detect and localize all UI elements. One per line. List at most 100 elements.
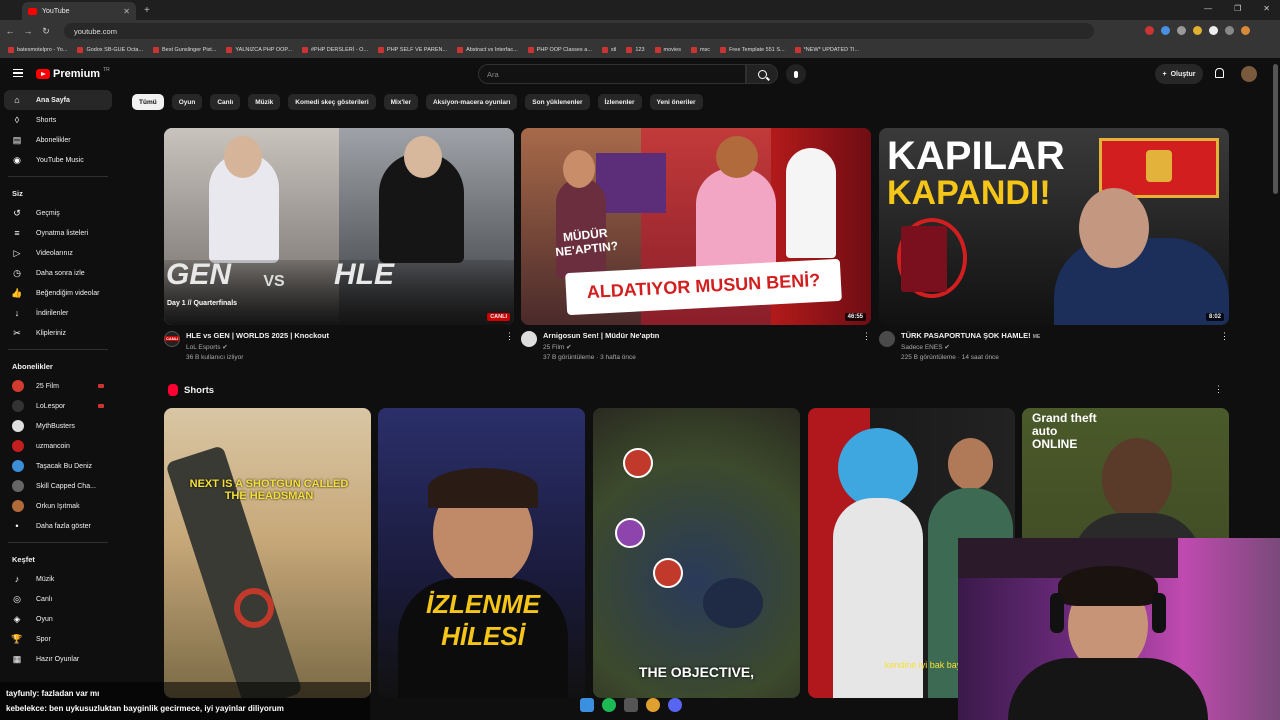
more-options-icon[interactable]: ⋮ (862, 331, 871, 342)
sidebar-section-header[interactable]: Keşfet (0, 549, 116, 569)
bookmark-item[interactable]: Abstract vs Interfac... (457, 47, 518, 53)
video-card[interactable]: ALDATIYOR MUSUN BENİ? MÜDÜR NE'APTIN? 46… (521, 128, 871, 367)
menu-icon[interactable] (13, 69, 23, 77)
filter-chip[interactable]: Son yüklenenler (525, 94, 590, 110)
sidebar-item[interactable]: ◈ Oyun (4, 609, 112, 629)
search-input[interactable]: Ara (478, 64, 746, 84)
bookmark-item[interactable]: msc (690, 47, 710, 53)
sidebar-item[interactable]: ◎ Canlı (4, 589, 112, 609)
sidebar-item[interactable]: ◉ YouTube Music (4, 150, 112, 170)
close-tab-icon[interactable]: ✕ (123, 7, 130, 16)
video-card[interactable]: KAPILAR KAPANDI! 8:02 TÜRK PASAPORTUNA Ş… (879, 128, 1229, 367)
browser-tab[interactable]: YouTube ✕ (22, 2, 136, 20)
scrollbar[interactable] (1273, 64, 1278, 194)
close-window-icon[interactable]: ✕ (1263, 4, 1270, 13)
subscription-item[interactable]: Taşacak Bu Deniz (4, 456, 112, 476)
sidebar-item[interactable]: • Daha fazla göster (4, 516, 112, 536)
chrome-icon[interactable] (646, 698, 660, 712)
sidebar-item[interactable]: ◊ Shorts (4, 110, 112, 130)
create-button[interactable]: + Oluştur (1155, 64, 1203, 84)
sidebar-item[interactable]: 👍 Beğendiğim videolar (4, 283, 112, 303)
video-title[interactable]: Arnigosun Sen! | Müdür Ne'aptın (543, 331, 871, 340)
bookmark-item[interactable]: movies (654, 47, 681, 53)
bookmark-item[interactable]: *NEW* UPDATED TI... (794, 47, 859, 53)
bookmark-item[interactable]: Best Gunslinger Pist... (153, 47, 216, 53)
sidebar-item[interactable]: ↓ İndirilenler (4, 303, 112, 323)
sidebar-item[interactable]: ▤ Abonelikler (4, 130, 112, 150)
new-tab-icon[interactable]: + (144, 5, 150, 16)
short-card[interactable]: THE OBJECTIVE, (593, 408, 800, 698)
subscription-item[interactable]: Orkun Işıtmak (4, 496, 112, 516)
sidebar-item[interactable]: ▦ Hazır Oyunlar (4, 649, 112, 669)
bookmark-item[interactable]: PHP SELF VE PAREN... (378, 47, 447, 53)
more-options-icon[interactable]: ⋮ (505, 331, 514, 342)
forward-icon[interactable]: → (20, 26, 36, 36)
extension-icon[interactable] (1161, 26, 1170, 35)
shorts-more-icon[interactable]: ⋮ (1214, 384, 1223, 395)
subscription-item[interactable]: uzmancoin (4, 436, 112, 456)
bookmark-item[interactable]: #PHP DERSLERİ - O... (301, 47, 368, 53)
extension-icon[interactable] (1193, 26, 1202, 35)
account-avatar[interactable] (1241, 66, 1257, 82)
subscription-item[interactable]: Skill Capped Cha... (4, 476, 112, 496)
discord-icon[interactable] (668, 698, 682, 712)
filter-chip[interactable]: Tümü (132, 94, 164, 110)
minimize-icon[interactable]: — (1204, 4, 1212, 13)
video-title[interactable]: TÜRK PASAPORTUNA ŞOK HAMLE! ME (901, 331, 1229, 340)
extension-icon[interactable] (1177, 26, 1186, 35)
bookmark-item[interactable]: YALNIZCA PHP OOP... (226, 47, 292, 53)
sidebar-item[interactable]: ≡ Oynatma listeleri (4, 223, 112, 243)
more-options-icon[interactable]: ⋮ (1220, 331, 1229, 342)
filter-chip[interactable]: Aksiyon-macera oyunları (425, 94, 518, 110)
filter-chip[interactable]: Canlı (210, 94, 241, 110)
sidebar-item[interactable]: ◷ Daha sonra izle (4, 263, 112, 283)
channel-name[interactable]: Sadece ENES ✔ (901, 343, 1229, 351)
windows-start-icon[interactable] (580, 698, 594, 712)
filter-chip[interactable]: İzlenenler (597, 94, 642, 110)
video-thumbnail[interactable]: KAPILAR KAPANDI! 8:02 (879, 128, 1229, 325)
bookmark-item[interactable]: batesmotelpro - Yo... (8, 47, 67, 53)
sidebar-item[interactable]: ↺ Geçmiş (4, 203, 112, 223)
maximize-icon[interactable]: ❐ (1234, 4, 1241, 13)
short-card[interactable]: İZLENME HİLESİ (378, 408, 585, 698)
filter-chip[interactable]: Mix'ler (383, 94, 418, 110)
search-button[interactable] (746, 64, 778, 84)
voice-search-button[interactable] (786, 64, 806, 84)
url-field[interactable]: youtube.com (64, 23, 1094, 39)
short-card[interactable]: NEXT IS A SHOTGUN CALLED THE HEADSMAN (164, 408, 371, 698)
filter-chip[interactable]: Komedi skeç gösterileri (288, 94, 376, 110)
sidebar-section-header[interactable]: Siz (0, 183, 116, 203)
video-card[interactable]: GEN VS HLE Day 1 // Quarterfinals CANLI … (164, 128, 514, 367)
sidebar-section-header[interactable]: Abonelikler (0, 356, 116, 376)
subscription-item[interactable]: MythBusters (4, 416, 112, 436)
channel-avatar[interactable]: CANLI (164, 331, 180, 347)
bookmark-item[interactable]: Free Template 551 S... (720, 47, 785, 53)
profile-icon[interactable] (1241, 26, 1250, 35)
reload-icon[interactable]: ↻ (38, 26, 54, 37)
filter-chip[interactable]: Oyun (171, 94, 203, 110)
sidebar-item[interactable]: ♪ Müzik (4, 569, 112, 589)
filter-chip[interactable]: Yeni öneriler (649, 94, 703, 110)
sidebar-item[interactable]: ⌂ Ana Sayfa (4, 90, 112, 110)
sidebar-item[interactable]: 🏆 Spor (4, 629, 112, 649)
app-icon[interactable] (624, 698, 638, 712)
subscription-item[interactable]: LoLespor (4, 396, 112, 416)
channel-avatar[interactable] (879, 331, 895, 347)
bookmark-item[interactable]: stl (601, 47, 616, 53)
extension-icon[interactable] (1225, 26, 1234, 35)
notifications-bell-icon[interactable] (1215, 68, 1224, 78)
filter-chip[interactable]: Müzik (248, 94, 281, 110)
channel-name[interactable]: 25 Film ✔ (543, 343, 871, 351)
bookmark-item[interactable]: PHP OOP Classes a... (527, 47, 592, 53)
sidebar-item[interactable]: ▷ Videolarınız (4, 243, 112, 263)
sidebar-item[interactable]: ✂ Klipleriniz (4, 323, 112, 343)
video-thumbnail[interactable]: ALDATIYOR MUSUN BENİ? MÜDÜR NE'APTIN? 46… (521, 128, 871, 325)
video-thumbnail[interactable]: GEN VS HLE Day 1 // Quarterfinals CANLI (164, 128, 514, 325)
extension-icon[interactable] (1209, 26, 1218, 35)
youtube-logo[interactable]: Premium TR (36, 67, 110, 80)
back-icon[interactable]: ← (2, 26, 18, 36)
channel-avatar[interactable] (521, 331, 537, 347)
bookmark-item[interactable]: Godox SB-GUE Octa... (77, 47, 143, 53)
bookmark-item[interactable]: 123 (626, 47, 645, 53)
channel-name[interactable]: LoL Esports ✔ (186, 343, 514, 351)
